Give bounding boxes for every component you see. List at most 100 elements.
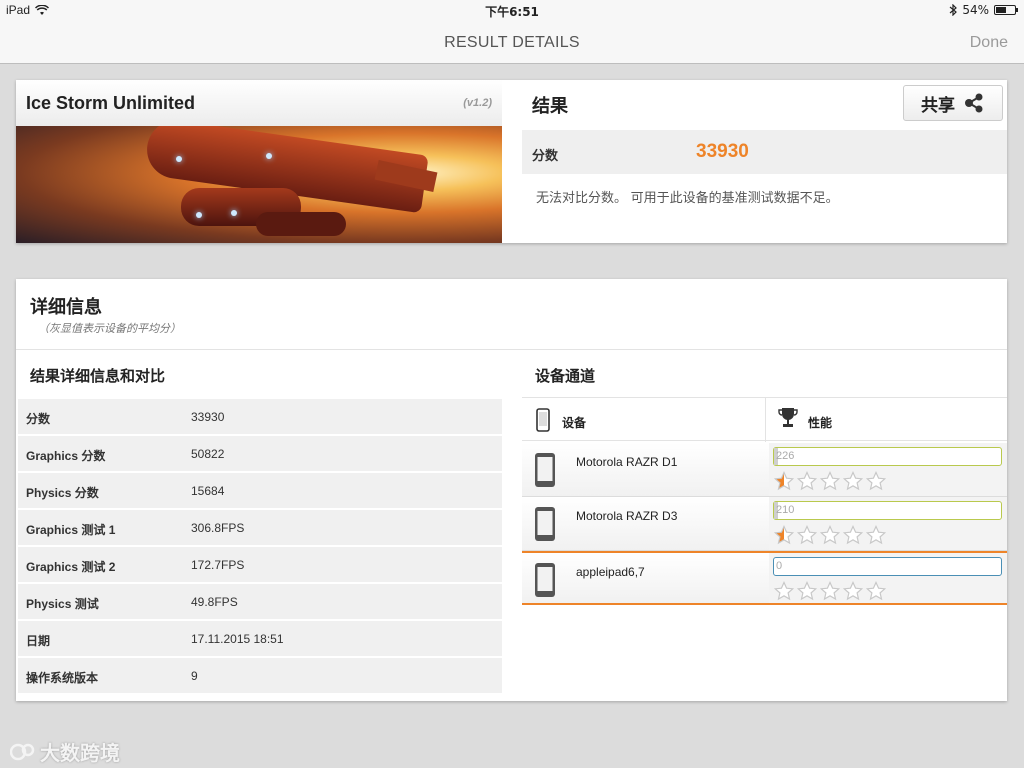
stat-value: 33930 <box>191 410 225 424</box>
score-row: 分数 33930 <box>522 130 1007 174</box>
table-row: Graphics 分数 50822 <box>18 436 502 473</box>
watermark-text: 大数跨境 <box>40 743 120 765</box>
performance-cell: 0 <box>769 553 1007 603</box>
performance-cell: 210 <box>769 497 1007 550</box>
star-rating <box>774 471 886 491</box>
table-row: Physics 分数 15684 <box>18 473 502 510</box>
table-row: Graphics 测试 2 172.7FPS <box>18 547 502 584</box>
stat-value: 15684 <box>191 484 225 498</box>
page-title: RESULT DETAILS <box>444 34 580 51</box>
navigation-bar: RESULT DETAILS Done <box>0 22 1024 64</box>
watermark-logo-icon <box>10 743 35 760</box>
spaceship-light <box>266 153 272 159</box>
share-icon <box>965 93 983 113</box>
phone-icon <box>535 507 555 541</box>
stat-value: 17.11.2015 18:51 <box>191 632 284 646</box>
stat-label: Graphics 测试 1 <box>26 523 116 537</box>
details-title: 详细信息 <box>30 297 102 317</box>
score-value: 33930 <box>696 141 749 162</box>
table-row: 分数 33930 <box>18 399 502 436</box>
performance-cell: 226 <box>769 443 1007 496</box>
spaceship-light <box>196 212 202 218</box>
star-icon <box>820 471 840 491</box>
star-icon <box>774 581 794 601</box>
device-name: Motorola RAZR D1 <box>576 455 678 469</box>
comparison-note: 无法对比分数。 可用于此设备的基准测试数据不足。 <box>536 190 839 205</box>
stat-value: 50822 <box>191 447 225 461</box>
device-list: Motorola RAZR D1 226 Motorola RAZR D3 21… <box>522 443 1007 605</box>
stat-label: 分数 <box>26 412 51 426</box>
performance-score: 210 <box>776 504 795 516</box>
star-icon <box>843 581 863 601</box>
stats-table: 分数 33930 Graphics 分数 50822 Physics 分数 15684… <box>18 399 502 695</box>
device-name: appleipad6,7 <box>576 565 645 579</box>
status-time: 下午6:51 <box>485 5 539 19</box>
result-title: 结果 <box>532 96 568 116</box>
stat-label: Physics 测试 <box>26 597 99 611</box>
performance-column-header: 性能 <box>808 416 833 430</box>
table-row: 操作系统版本 9 <box>18 658 502 695</box>
list-item-current-device[interactable]: appleipad6,7 0 <box>522 551 1007 605</box>
star-icon <box>797 471 817 491</box>
stat-label: Graphics 测试 2 <box>26 560 116 574</box>
done-button[interactable]: Done <box>970 34 1008 52</box>
score-label: 分数 <box>532 148 559 163</box>
status-bar: iPad 下午6:51 54% <box>0 0 1024 22</box>
details-card: 详细信息 （灰显值表示设备的平均分） 结果详细信息和对比 设备通道 分数 3393… <box>16 279 1007 701</box>
phone-icon <box>536 408 550 432</box>
watermark: 大数跨境 <box>10 737 120 766</box>
performance-bar: 226 <box>773 447 1002 466</box>
bluetooth-icon <box>949 4 958 16</box>
star-icon <box>774 471 794 491</box>
star-icon <box>866 581 886 601</box>
spaceship-light <box>176 156 182 162</box>
star-icon <box>820 581 840 601</box>
stat-value: 49.8FPS <box>191 595 238 609</box>
star-icon <box>866 525 886 545</box>
stat-value: 9 <box>191 669 198 683</box>
star-icon <box>820 525 840 545</box>
benchmark-banner-image <box>16 126 502 243</box>
battery-percent: 54% <box>962 3 989 17</box>
stat-value: 306.8FPS <box>191 521 245 535</box>
benchmark-header: Ice Storm Unlimited (v1.2) <box>16 80 502 126</box>
phone-icon <box>535 563 555 597</box>
star-icon <box>843 525 863 545</box>
column-separator <box>765 398 766 442</box>
battery-icon <box>994 5 1018 15</box>
star-rating <box>774 581 886 601</box>
star-icon <box>774 525 794 545</box>
device-table-header: 设备 性能 <box>522 397 1007 442</box>
list-item[interactable]: Motorola RAZR D1 226 <box>522 443 1007 497</box>
breakdown-title: 结果详细信息和对比 <box>30 368 166 385</box>
share-button-label: 共享 <box>921 95 955 115</box>
star-rating <box>774 525 886 545</box>
table-row: Graphics 测试 1 306.8FPS <box>18 510 502 547</box>
spaceship-light <box>231 210 237 216</box>
star-icon <box>843 471 863 491</box>
result-summary-card: Ice Storm Unlimited (v1.2) 结果 共享 分数 3393… <box>16 80 1007 243</box>
phone-icon <box>535 453 555 487</box>
benchmark-name: Ice Storm Unlimited <box>26 93 196 113</box>
star-icon <box>866 471 886 491</box>
share-button[interactable]: 共享 <box>903 85 1003 121</box>
performance-score: 226 <box>776 450 795 462</box>
performance-bar: 0 <box>773 557 1002 576</box>
device-channel-title: 设备通道 <box>535 368 596 385</box>
result-header: 结果 共享 <box>522 80 1007 126</box>
stat-label: Graphics 分数 <box>26 449 106 463</box>
table-row: Physics 测试 49.8FPS <box>18 584 502 621</box>
stat-label: Physics 分数 <box>26 486 99 500</box>
performance-score: 0 <box>776 560 783 572</box>
device-column-header: 设备 <box>562 416 587 430</box>
list-item[interactable]: Motorola RAZR D3 210 <box>522 497 1007 551</box>
details-subtitle: （灰显值表示设备的平均分） <box>38 323 181 335</box>
stat-label: 操作系统版本 <box>26 671 99 685</box>
stat-label: 日期 <box>26 634 51 648</box>
benchmark-version: (v1.2) <box>463 97 492 109</box>
divider <box>16 349 1007 350</box>
star-icon <box>797 581 817 601</box>
trophy-icon <box>778 408 798 427</box>
star-icon <box>797 525 817 545</box>
device-name: Motorola RAZR D3 <box>576 509 678 523</box>
